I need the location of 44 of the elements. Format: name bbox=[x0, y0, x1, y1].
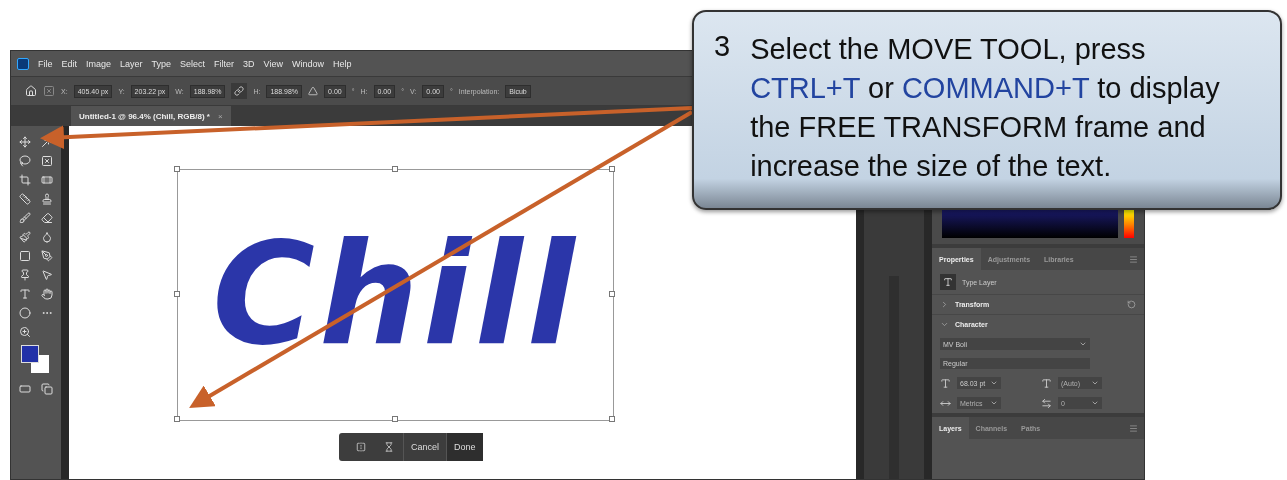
caret-icon bbox=[990, 379, 998, 387]
menu-item[interactable]: File bbox=[38, 58, 53, 69]
menu-item[interactable]: Layer bbox=[120, 58, 143, 69]
chevron-down-icon bbox=[940, 320, 949, 329]
menu-item[interactable]: Select bbox=[180, 58, 206, 69]
caret-icon bbox=[1091, 379, 1099, 387]
transform-handle[interactable] bbox=[174, 291, 180, 297]
caret-icon bbox=[1091, 399, 1099, 407]
angle-icon bbox=[308, 86, 319, 96]
panel-menu-icon[interactable] bbox=[1129, 423, 1138, 433]
caret-icon bbox=[1079, 340, 1087, 348]
transform-handle[interactable] bbox=[174, 416, 180, 422]
menu-item[interactable]: 3D bbox=[243, 58, 255, 69]
menu-item[interactable]: Image bbox=[86, 58, 112, 69]
link-button[interactable] bbox=[231, 83, 248, 99]
transform-handle[interactable] bbox=[609, 416, 615, 422]
home-icon[interactable] bbox=[25, 85, 37, 97]
instruction-text: Select the MOVE TOOL, press CTRL+T or COMMAND+T to display the FREE TRANSFORM frame and increase the size of the text. bbox=[750, 32, 1221, 184]
tracking-icon bbox=[1041, 397, 1052, 409]
panel-menu-icon[interactable] bbox=[1129, 254, 1138, 264]
reset-icon[interactable] bbox=[1127, 300, 1136, 309]
transform-handle[interactable] bbox=[174, 166, 180, 172]
chevron-right-icon bbox=[940, 300, 949, 309]
menu-item[interactable]: Edit bbox=[61, 58, 78, 69]
done-button[interactable]: Done bbox=[446, 433, 483, 461]
menu-item[interactable]: View bbox=[263, 58, 283, 69]
menu-item[interactable]: Type bbox=[151, 58, 172, 69]
transform-handle[interactable] bbox=[609, 166, 615, 172]
leading-icon bbox=[1041, 377, 1052, 389]
transform-handle[interactable] bbox=[609, 291, 615, 297]
caret-icon bbox=[990, 399, 998, 407]
transform-handle[interactable] bbox=[391, 166, 398, 172]
color-spectrum bbox=[1124, 210, 1134, 238]
type-layer-icon bbox=[940, 274, 956, 290]
app-logo-icon bbox=[17, 57, 29, 70]
document-title: Untitled-1 @ 96.4% (Chill, RGB/8) * bbox=[79, 111, 210, 121]
menu-item[interactable]: Window bbox=[291, 58, 324, 69]
font-size-icon bbox=[940, 377, 951, 389]
transform-handle[interactable] bbox=[391, 416, 398, 422]
document-tab[interactable]: Untitled-1 @ 96.4% (Chill, RGB/8) * × bbox=[71, 106, 231, 126]
menu-item[interactable]: Filter bbox=[214, 58, 235, 69]
menu-item[interactable]: Help bbox=[333, 58, 352, 69]
step-number: 3 bbox=[714, 30, 731, 64]
color-picker-field[interactable] bbox=[942, 210, 1118, 238]
